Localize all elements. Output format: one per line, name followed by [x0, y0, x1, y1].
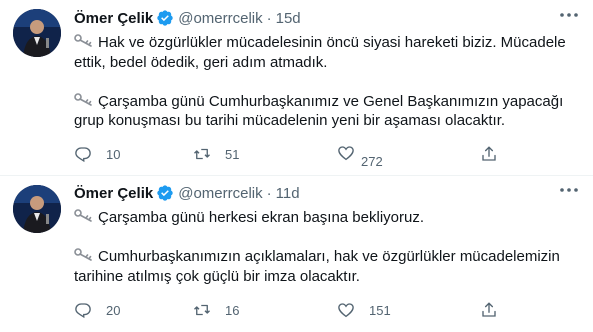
- avatar[interactable]: [13, 9, 61, 57]
- reply-icon: [75, 147, 91, 163]
- reply-count: 20: [106, 302, 121, 318]
- share-button[interactable]: [480, 144, 498, 164]
- reply-icon: [75, 303, 91, 319]
- author-name[interactable]: Ömer Çelik: [74, 10, 153, 27]
- heart-icon: [338, 146, 354, 161]
- reply-count: 10: [106, 146, 121, 162]
- share-button[interactable]: [480, 300, 498, 320]
- retweet-count: 51: [225, 146, 240, 162]
- paragraph-text: Çarşamba günü Cumhurbaşkanımız ve Genel …: [74, 92, 564, 130]
- author-handle[interactable]: @omerrcelik: [178, 185, 262, 202]
- tweet-paragraph: Çarşamba günü Cumhurbaşkanımız ve Genel …: [74, 92, 584, 131]
- verified-badge-icon: [157, 10, 173, 26]
- like-button[interactable]: 151: [337, 300, 391, 320]
- more-dots-icon[interactable]: [559, 187, 579, 193]
- avatar[interactable]: [13, 185, 61, 233]
- old-key-icon: [74, 248, 92, 261]
- tweet-time[interactable]: 15d: [276, 10, 301, 27]
- old-key-icon: [74, 92, 92, 106]
- share-icon: [482, 146, 496, 161]
- retweet-button[interactable]: 51: [193, 144, 239, 164]
- tweet-time[interactable]: 11d: [276, 185, 300, 202]
- retweet-button[interactable]: 16: [193, 300, 239, 320]
- tweet[interactable]: Ömer Çelik @omerrcelik · 15d Hak ve özgü…: [0, 0, 593, 175]
- reply-button[interactable]: 10: [74, 144, 120, 164]
- old-key-icon: [74, 209, 92, 222]
- tweet-header: Ömer Çelik @omerrcelik · 11d: [74, 183, 300, 203]
- tweet-text: Hak ve özgürlükler mücadelesinin öncü si…: [74, 33, 584, 131]
- tweet-actions: 10 51 272: [74, 144, 514, 169]
- tweet-paragraph: Çarşamba günü herkesi ekran başına bekli…: [74, 208, 584, 228]
- like-button[interactable]: 272: [337, 144, 383, 169]
- retweet-icon: [194, 148, 210, 160]
- author-handle[interactable]: @omerrcelik: [178, 10, 262, 27]
- more-dots-icon[interactable]: [559, 12, 579, 18]
- tweet-text: Çarşamba günü herkesi ekran başına bekli…: [74, 208, 584, 286]
- retweet-count: 16: [225, 302, 240, 318]
- tweet-actions: 20 16 151: [74, 300, 514, 320]
- verified-badge-icon: [157, 185, 173, 201]
- tweet-paragraph: Hak ve özgürlükler mücadelesinin öncü si…: [74, 33, 584, 72]
- heart-icon: [338, 303, 354, 318]
- tweet-header: Ömer Çelik @omerrcelik · 15d: [74, 8, 301, 28]
- paragraph-text: Hak ve özgürlükler mücadelesinin öncü si…: [74, 34, 566, 71]
- author-name[interactable]: Ömer Çelik: [74, 185, 153, 202]
- tweet-paragraph: Cumhurbaşkanımızın açıklamaları, hak ve …: [74, 247, 584, 286]
- retweet-icon: [194, 304, 210, 316]
- paragraph-text: Çarşamba günü herkesi ekran başına bekli…: [98, 209, 425, 226]
- like-count: 272: [361, 154, 383, 169]
- reply-button[interactable]: 20: [74, 300, 120, 320]
- like-count: 151: [369, 302, 391, 318]
- separator-dot: ·: [266, 9, 272, 27]
- old-key-icon: [74, 34, 92, 47]
- share-icon: [482, 302, 496, 317]
- separator-dot: ·: [266, 184, 272, 202]
- paragraph-text: Cumhurbaşkanımızın açıklamaları, hak ve …: [74, 248, 560, 285]
- tweet[interactable]: Ömer Çelik @omerrcelik · 11d Çarşamba gü…: [0, 175, 593, 332]
